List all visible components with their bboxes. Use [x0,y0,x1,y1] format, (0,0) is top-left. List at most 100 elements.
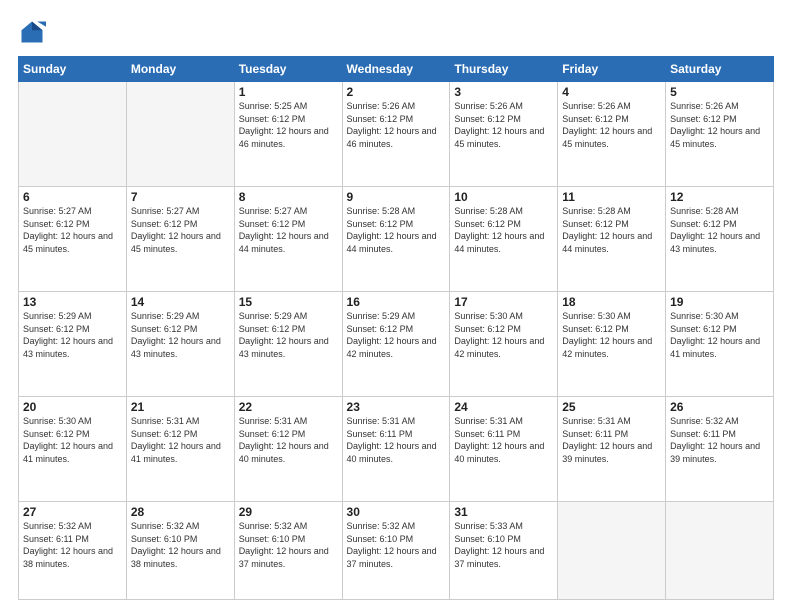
calendar-cell: 2Sunrise: 5:26 AMSunset: 6:12 PMDaylight… [342,82,450,187]
day-number: 14 [131,295,230,309]
calendar-cell: 16Sunrise: 5:29 AMSunset: 6:12 PMDayligh… [342,292,450,397]
day-number: 7 [131,190,230,204]
logo-icon [18,18,46,46]
day-header-sunday: Sunday [19,57,127,82]
day-number: 22 [239,400,338,414]
day-header-monday: Monday [126,57,234,82]
calendar-cell: 25Sunrise: 5:31 AMSunset: 6:11 PMDayligh… [558,397,666,502]
calendar-header-row: SundayMondayTuesdayWednesdayThursdayFrid… [19,57,774,82]
day-number: 29 [239,505,338,519]
day-number: 18 [562,295,661,309]
day-info: Sunrise: 5:26 AMSunset: 6:12 PMDaylight:… [454,100,553,150]
day-number: 2 [347,85,446,99]
day-info: Sunrise: 5:27 AMSunset: 6:12 PMDaylight:… [239,205,338,255]
day-number: 11 [562,190,661,204]
calendar-cell: 12Sunrise: 5:28 AMSunset: 6:12 PMDayligh… [666,187,774,292]
week-row-3: 13 Sunrise: 5:29 AMSunset: 6:12 PMDayligh… [19,292,774,397]
day-number: 30 [347,505,446,519]
calendar-cell: 18Sunrise: 5:30 AMSunset: 6:12 PMDayligh… [558,292,666,397]
day-info: Sunrise: 5:25 AMSunset: 6:12 PMDaylight:… [239,100,338,150]
week-row-5: 27Sunrise: 5:32 AMSunset: 6:11 PMDayligh… [19,502,774,600]
week-row-1: 1Sunrise: 5:25 AMSunset: 6:12 PMDaylight… [19,82,774,187]
day-info: Sunrise: 5:26 AMSunset: 6:12 PMDaylight:… [562,100,661,150]
page: SundayMondayTuesdayWednesdayThursdayFrid… [0,0,792,612]
day-number: 13 [23,295,122,309]
calendar-cell [19,82,127,187]
day-header-saturday: Saturday [666,57,774,82]
calendar-cell: 7Sunrise: 5:27 AMSunset: 6:12 PMDaylight… [126,187,234,292]
day-info: Sunrise: 5:29 AMSunset: 6:12 PMDaylight:… [239,310,338,360]
day-info: Sunrise: 5:28 AMSunset: 6:12 PMDaylight:… [454,205,553,255]
week-row-2: 6Sunrise: 5:27 AMSunset: 6:12 PMDaylight… [19,187,774,292]
day-info: Sunrise: 5:30 AMSunset: 6:12 PMDaylight:… [454,310,553,360]
calendar-cell: 19Sunrise: 5:30 AMSunset: 6:12 PMDayligh… [666,292,774,397]
day-info: Sunrise: 5:30 AMSunset: 6:12 PMDaylight:… [670,310,769,360]
day-number: 17 [454,295,553,309]
day-number: 9 [347,190,446,204]
day-number: 3 [454,85,553,99]
day-info: Sunrise: 5:31 AMSunset: 6:11 PMDaylight:… [454,415,553,465]
day-header-wednesday: Wednesday [342,57,450,82]
calendar-cell: 6Sunrise: 5:27 AMSunset: 6:12 PMDaylight… [19,187,127,292]
day-info: Sunrise: 5:29 AMSunset: 6:12 PMDaylight:… [131,310,230,360]
day-info: Sunrise: 5:26 AMSunset: 6:12 PMDaylight:… [670,100,769,150]
calendar-cell: 13Sunrise: 5:29 AMSunset: 6:12 PMDayligh… [19,292,127,397]
calendar-cell: 27Sunrise: 5:32 AMSunset: 6:11 PMDayligh… [19,502,127,600]
calendar-cell [558,502,666,600]
day-number: 27 [23,505,122,519]
calendar-cell: 9Sunrise: 5:28 AMSunset: 6:12 PMDaylight… [342,187,450,292]
day-number: 24 [454,400,553,414]
day-number: 16 [347,295,446,309]
calendar-cell: 15Sunrise: 5:29 AMSunset: 6:12 PMDayligh… [234,292,342,397]
day-number: 4 [562,85,661,99]
header [18,18,774,46]
day-info: Sunrise: 5:30 AMSunset: 6:12 PMDaylight:… [23,415,122,465]
calendar-cell: 21Sunrise: 5:31 AMSunset: 6:12 PMDayligh… [126,397,234,502]
week-row-4: 20Sunrise: 5:30 AMSunset: 6:12 PMDayligh… [19,397,774,502]
calendar-cell: 10Sunrise: 5:28 AMSunset: 6:12 PMDayligh… [450,187,558,292]
day-number: 15 [239,295,338,309]
day-header-thursday: Thursday [450,57,558,82]
day-info: Sunrise: 5:32 AMSunset: 6:11 PMDaylight:… [23,520,122,570]
calendar-cell: 23Sunrise: 5:31 AMSunset: 6:11 PMDayligh… [342,397,450,502]
day-info: Sunrise: 5:32 AMSunset: 6:10 PMDaylight:… [131,520,230,570]
calendar-cell: 22Sunrise: 5:31 AMSunset: 6:12 PMDayligh… [234,397,342,502]
calendar-cell: 8Sunrise: 5:27 AMSunset: 6:12 PMDaylight… [234,187,342,292]
calendar-cell: 26Sunrise: 5:32 AMSunset: 6:11 PMDayligh… [666,397,774,502]
calendar-cell: 30Sunrise: 5:32 AMSunset: 6:10 PMDayligh… [342,502,450,600]
calendar-cell: 1Sunrise: 5:25 AMSunset: 6:12 PMDaylight… [234,82,342,187]
day-header-friday: Friday [558,57,666,82]
calendar-cell: 4Sunrise: 5:26 AMSunset: 6:12 PMDaylight… [558,82,666,187]
logo [18,18,50,46]
calendar-cell: 3Sunrise: 5:26 AMSunset: 6:12 PMDaylight… [450,82,558,187]
day-number: 26 [670,400,769,414]
day-info: Sunrise: 5:27 AMSunset: 6:12 PMDaylight:… [23,205,122,255]
day-number: 21 [131,400,230,414]
day-info: Sunrise: 5:29 AMSunset: 6:12 PMDaylight:… [347,310,446,360]
calendar-cell: 14Sunrise: 5:29 AMSunset: 6:12 PMDayligh… [126,292,234,397]
day-info: Sunrise: 5:31 AMSunset: 6:11 PMDaylight:… [347,415,446,465]
day-info: Sunrise: 5:28 AMSunset: 6:12 PMDaylight:… [562,205,661,255]
calendar-cell: 11Sunrise: 5:28 AMSunset: 6:12 PMDayligh… [558,187,666,292]
day-info: Sunrise: 5:26 AMSunset: 6:12 PMDaylight:… [347,100,446,150]
day-number: 6 [23,190,122,204]
day-info: Sunrise: 5:31 AMSunset: 6:11 PMDaylight:… [562,415,661,465]
day-number: 10 [454,190,553,204]
calendar-cell [126,82,234,187]
day-info: Sunrise: 5:31 AMSunset: 6:12 PMDaylight:… [239,415,338,465]
day-number: 31 [454,505,553,519]
day-number: 28 [131,505,230,519]
day-number: 25 [562,400,661,414]
calendar-cell: 28Sunrise: 5:32 AMSunset: 6:10 PMDayligh… [126,502,234,600]
calendar-cell: 24Sunrise: 5:31 AMSunset: 6:11 PMDayligh… [450,397,558,502]
calendar-cell: 17Sunrise: 5:30 AMSunset: 6:12 PMDayligh… [450,292,558,397]
day-number: 20 [23,400,122,414]
calendar-table: SundayMondayTuesdayWednesdayThursdayFrid… [18,56,774,600]
day-number: 8 [239,190,338,204]
day-info: Sunrise: 5:31 AMSunset: 6:12 PMDaylight:… [131,415,230,465]
day-info: Sunrise: 5:33 AMSunset: 6:10 PMDaylight:… [454,520,553,570]
day-info: Sunrise: 5:32 AMSunset: 6:11 PMDaylight:… [670,415,769,465]
day-number: 23 [347,400,446,414]
day-info: Sunrise: 5:32 AMSunset: 6:10 PMDaylight:… [239,520,338,570]
day-number: 12 [670,190,769,204]
